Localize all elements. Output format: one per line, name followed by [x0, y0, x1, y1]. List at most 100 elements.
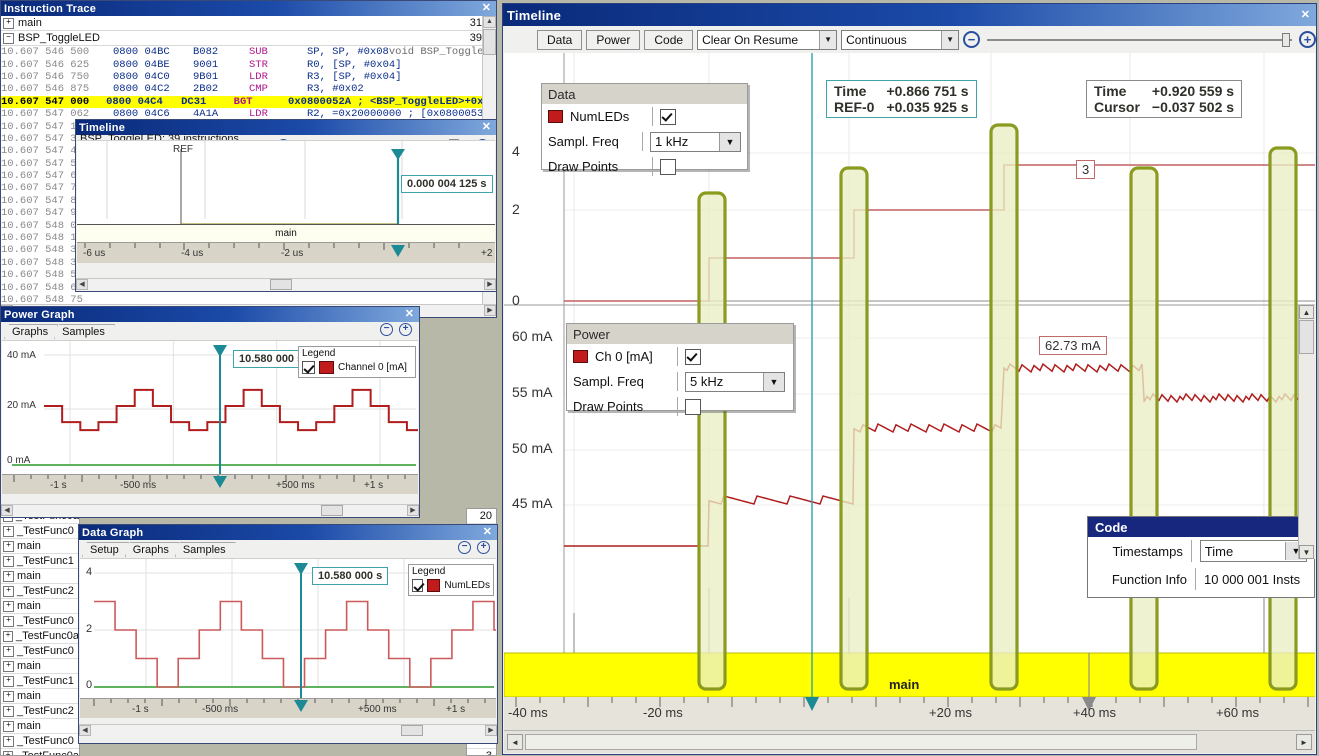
- legend-checkbox[interactable]: [302, 361, 315, 374]
- expander-icon[interactable]: +: [3, 691, 14, 702]
- tab-setup[interactable]: Setup: [82, 542, 129, 557]
- list-item[interactable]: +_TestFunc0: [1, 644, 79, 659]
- list-item[interactable]: +_TestFunc2: [1, 584, 79, 599]
- expander-icon[interactable]: +: [3, 706, 14, 717]
- legend-item[interactable]: NumLEDs: [409, 578, 493, 595]
- list-item[interactable]: +main: [1, 599, 79, 614]
- tab-samples[interactable]: Samples: [54, 324, 115, 339]
- close-icon[interactable]: ✕: [480, 122, 493, 133]
- chevron-down-icon[interactable]: ▼: [763, 373, 784, 391]
- ch0-checkbox[interactable]: [685, 349, 701, 365]
- data-graph-plot[interactable]: 4 2 0 10.580 000 s Legend NumLEDs: [80, 558, 496, 699]
- scroll-right-icon[interactable]: ►: [1296, 734, 1312, 750]
- list-item[interactable]: +_TestFunc0: [1, 614, 79, 629]
- expander-icon[interactable]: +: [3, 751, 13, 756]
- zoom-slider-thumb[interactable]: [1282, 33, 1290, 47]
- function-list[interactable]: +_TestFunc0a+_TestFunc0+main+_TestFunc1+…: [0, 508, 80, 756]
- expander-icon[interactable]: +: [3, 646, 14, 657]
- scroll-right-icon[interactable]: ▶: [485, 725, 497, 736]
- list-item[interactable]: +_TestFunc2: [1, 704, 79, 719]
- zoom-in-icon[interactable]: +: [1299, 31, 1316, 48]
- scroll-left-icon[interactable]: ◀: [76, 279, 88, 290]
- zoom-in-icon[interactable]: +: [399, 323, 412, 336]
- trace-group-row[interactable]: −BSP_ToggleLED39: [1, 31, 496, 46]
- trace-row[interactable]: 10.607 546 7500800 04C09B01LDRR3, [SP, #…: [1, 71, 496, 83]
- power-vscroll-thumb[interactable]: [1299, 320, 1314, 354]
- scroll-left-icon[interactable]: ◀: [1, 505, 13, 516]
- scroll-down-icon[interactable]: ▼: [1299, 545, 1314, 559]
- zoom-out-icon[interactable]: −: [458, 541, 471, 554]
- trace-group-row[interactable]: +main31: [1, 16, 496, 31]
- list-item[interactable]: +main: [1, 539, 79, 554]
- tab-graphs[interactable]: Graphs: [4, 324, 58, 339]
- chevron-down-icon[interactable]: ▼: [819, 31, 836, 49]
- power-draw-points-row[interactable]: Draw Points: [567, 394, 793, 419]
- chevron-down-icon[interactable]: ▼: [719, 133, 740, 151]
- list-item[interactable]: +_TestFunc0a: [1, 629, 79, 644]
- power-draw-points-checkbox[interactable]: [685, 399, 701, 415]
- expander-icon[interactable]: +: [3, 18, 14, 29]
- timeline-canvas[interactable]: 4 2 0 60 mA 55 mA 50 mA 45 mA Data NumLE…: [504, 53, 1315, 753]
- expander-icon[interactable]: −: [3, 33, 14, 44]
- expander-icon[interactable]: +: [3, 586, 14, 597]
- scroll-right-icon[interactable]: ▶: [407, 505, 419, 516]
- expander-icon[interactable]: +: [3, 721, 14, 732]
- list-item[interactable]: +_TestFunc0: [1, 524, 79, 539]
- hscroll-thumb[interactable]: [270, 279, 292, 290]
- trace-row[interactable]: 10.607 546 5000800 04BCB082SUBSP, SP, #0…: [1, 46, 496, 58]
- data-sampl-freq-select[interactable]: 1 kHz ▼: [650, 132, 741, 152]
- scroll-right-icon[interactable]: ▶: [484, 279, 496, 290]
- list-item[interactable]: +main: [1, 719, 79, 734]
- expander-icon[interactable]: +: [3, 526, 14, 537]
- list-item[interactable]: +main: [1, 569, 79, 584]
- data-draw-points-checkbox[interactable]: [660, 159, 676, 175]
- scroll-left-icon[interactable]: ◀: [79, 725, 91, 736]
- legend-item[interactable]: Channel 0 [mA]: [299, 360, 415, 377]
- expander-icon[interactable]: +: [3, 676, 14, 687]
- vscroll-thumb[interactable]: [483, 29, 496, 55]
- expander-icon[interactable]: +: [3, 631, 13, 642]
- close-icon[interactable]: ✕: [1299, 10, 1312, 21]
- close-icon[interactable]: ✕: [481, 527, 494, 538]
- expander-icon[interactable]: +: [3, 736, 14, 747]
- update-mode-select[interactable]: Continuous ▼: [841, 30, 959, 50]
- zoom-in-icon[interactable]: +: [477, 541, 490, 554]
- trace-row[interactable]: 10.607 546 6250800 04BE9001STRR0, [SP, #…: [1, 58, 496, 70]
- scroll-left-icon[interactable]: ◄: [507, 734, 523, 750]
- expander-icon[interactable]: +: [3, 571, 14, 582]
- small-timeline-hscrollbar[interactable]: ◀ ▶: [76, 278, 496, 291]
- clear-mode-select[interactable]: Clear On Resume ▼: [697, 30, 837, 50]
- tab-samples[interactable]: Samples: [175, 542, 236, 557]
- timeline-zoom-slider[interactable]: [987, 33, 1292, 47]
- power-vscrollbar[interactable]: ▲ ▼: [1298, 305, 1315, 559]
- hscroll-thumb[interactable]: [401, 725, 423, 736]
- chevron-down-icon[interactable]: ▼: [941, 31, 958, 49]
- power-sampl-freq-select[interactable]: 5 kHz ▼: [685, 372, 785, 392]
- power-signal-row[interactable]: Ch 0 [mA]: [567, 344, 793, 369]
- zoom-out-icon[interactable]: −: [963, 31, 980, 48]
- data-graph-hscrollbar[interactable]: ◀ ▶: [79, 724, 497, 737]
- tab-graphs[interactable]: Graphs: [125, 542, 179, 557]
- scroll-up-icon[interactable]: ▲: [1299, 305, 1314, 319]
- scroll-right-icon[interactable]: ▶: [484, 305, 496, 316]
- trace-row[interactable]: 10.607 547 0000800 04C4DC31BGT0x0800052A…: [1, 96, 496, 108]
- code-button[interactable]: Code: [644, 30, 693, 50]
- timestamps-select[interactable]: Time ▼: [1200, 540, 1307, 562]
- close-icon[interactable]: ✕: [403, 309, 416, 320]
- data-button[interactable]: Data: [537, 30, 582, 50]
- expander-icon[interactable]: +: [3, 601, 14, 612]
- expander-icon[interactable]: +: [3, 661, 14, 672]
- list-item[interactable]: +_TestFunc0: [1, 734, 79, 749]
- expander-icon[interactable]: +: [3, 616, 14, 627]
- data-signal-row[interactable]: NumLEDs: [542, 104, 747, 129]
- list-item[interactable]: +main: [1, 659, 79, 674]
- data-draw-points-row[interactable]: Draw Points: [542, 154, 747, 179]
- power-sampl-freq-row[interactable]: Sampl. Freq 5 kHz ▼: [567, 369, 793, 394]
- hscroll-thumb[interactable]: [525, 734, 1197, 750]
- zoom-out-icon[interactable]: −: [380, 323, 393, 336]
- scroll-up-icon[interactable]: ▲: [483, 16, 496, 28]
- timeline-hscrollbar[interactable]: ◄ ►: [504, 730, 1315, 753]
- list-item[interactable]: +_TestFunc1: [1, 674, 79, 689]
- list-item[interactable]: +main: [1, 689, 79, 704]
- trace-row[interactable]: 10.607 546 8750800 04C22B02CMPR3, #0x02: [1, 83, 496, 95]
